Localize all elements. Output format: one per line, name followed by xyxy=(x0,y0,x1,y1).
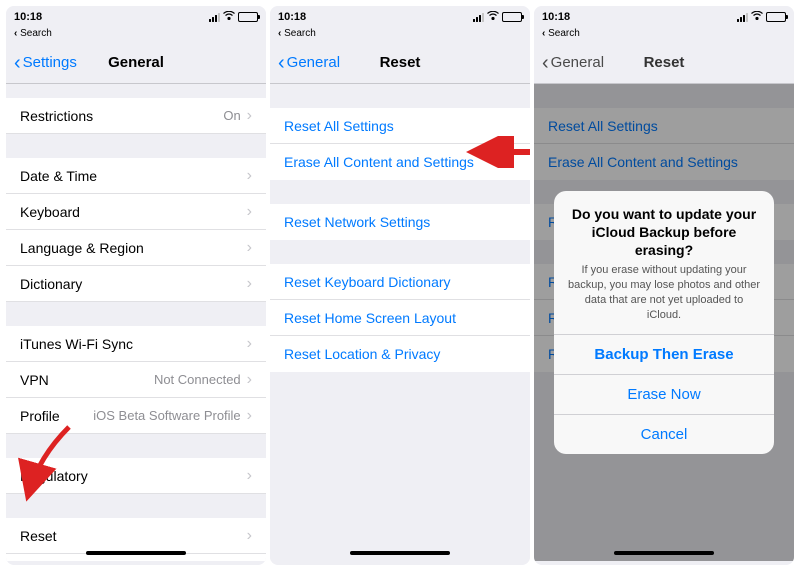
cell-dictionary[interactable]: Dictionary › xyxy=(6,266,266,302)
cell-detail: On xyxy=(223,108,240,123)
modal-overlay: Do you want to update your iCloud Backup… xyxy=(534,84,794,561)
cell-label: Reset Keyboard Dictionary xyxy=(284,274,451,290)
status-indicators xyxy=(462,11,522,23)
cell-detail: Not Connected xyxy=(154,372,241,387)
cell-label: VPN xyxy=(20,372,49,388)
status-indicators xyxy=(726,11,786,23)
cell-reset-network[interactable]: Reset Network Settings xyxy=(270,204,530,240)
screen-reset: 10:18 Search ‹ General Reset Reset All S… xyxy=(270,6,530,565)
status-time: 10:18 xyxy=(278,11,328,23)
status-indicators xyxy=(198,11,258,23)
back-button: ‹ General xyxy=(542,54,604,71)
back-label: Settings xyxy=(23,54,77,71)
cell-label: Language & Region xyxy=(20,240,144,256)
alert-dialog: Do you want to update your iCloud Backup… xyxy=(554,191,774,455)
wifi-icon xyxy=(223,11,235,23)
signal-icon xyxy=(209,13,220,22)
cell-reset-location-privacy[interactable]: Reset Location & Privacy xyxy=(270,336,530,372)
cell-shut-down[interactable]: Shut Down xyxy=(6,554,266,561)
cell-vpn[interactable]: VPN Not Connected › xyxy=(6,362,266,398)
cell-restrictions[interactable]: Restrictions On › xyxy=(6,98,266,134)
cell-reset-all-settings[interactable]: Reset All Settings xyxy=(270,108,530,144)
battery-icon xyxy=(238,12,258,22)
status-bar: 10:18 xyxy=(270,6,530,28)
cell-label: Restrictions xyxy=(20,108,93,124)
nav-bar: ‹ General Reset xyxy=(534,42,794,84)
cell-label: Keyboard xyxy=(20,204,80,220)
cell-language-region[interactable]: Language & Region › xyxy=(6,230,266,266)
cell-itunes-wifi[interactable]: iTunes Wi-Fi Sync › xyxy=(6,326,266,362)
cell-label: Regulatory xyxy=(20,468,88,484)
nav-bar: ‹ General Reset xyxy=(270,42,530,84)
wifi-icon xyxy=(487,11,499,23)
cell-label: Date & Time xyxy=(20,168,97,184)
cancel-button[interactable]: Cancel xyxy=(554,414,774,454)
page-title: General xyxy=(108,54,164,71)
cell-label: Dictionary xyxy=(20,276,82,292)
back-label: General xyxy=(287,54,340,71)
content: Restrictions On › Date & Time › Keyboard… xyxy=(6,84,266,561)
signal-icon xyxy=(473,13,484,22)
cell-detail: iOS Beta Software Profile xyxy=(93,408,240,423)
cell-label: Reset All Settings xyxy=(284,118,394,134)
cell-label: Erase All Content and Settings xyxy=(284,154,474,170)
cell-profile[interactable]: Profile iOS Beta Software Profile › xyxy=(6,398,266,434)
content: Reset All Settings Erase All Content and… xyxy=(270,84,530,561)
cell-label: Reset Location & Privacy xyxy=(284,346,440,362)
back-button[interactable]: ‹ General xyxy=(278,54,340,71)
battery-icon xyxy=(766,12,786,22)
alert-title: Do you want to update your iCloud Backup… xyxy=(554,191,774,264)
content: Reset All Settings Erase All Content and… xyxy=(534,84,794,561)
cell-reset-keyboard-dict[interactable]: Reset Keyboard Dictionary xyxy=(270,264,530,300)
battery-icon xyxy=(502,12,522,22)
cell-label: Reset Home Screen Layout xyxy=(284,310,456,326)
erase-now-button[interactable]: Erase Now xyxy=(554,374,774,414)
cell-date-time[interactable]: Date & Time › xyxy=(6,158,266,194)
status-time: 10:18 xyxy=(542,11,592,23)
backup-then-erase-button[interactable]: Backup Then Erase xyxy=(554,334,774,374)
screen-general: 10:18 Search ‹ Settings General Restrict… xyxy=(6,6,266,565)
cell-label: Profile xyxy=(20,408,60,424)
home-indicator[interactable] xyxy=(86,551,186,555)
cell-label: Reset Network Settings xyxy=(284,214,430,230)
cell-reset[interactable]: Reset › xyxy=(6,518,266,554)
status-bar: 10:18 xyxy=(534,6,794,28)
cell-label: iTunes Wi-Fi Sync xyxy=(20,336,133,352)
status-time: 10:18 xyxy=(14,11,64,23)
nav-bar: ‹ Settings General xyxy=(6,42,266,84)
cell-label: Reset xyxy=(20,528,57,544)
cell-erase-all-content[interactable]: Erase All Content and Settings xyxy=(270,144,530,180)
back-label: General xyxy=(551,54,604,71)
back-button[interactable]: ‹ Settings xyxy=(14,54,77,71)
page-title: Reset xyxy=(380,54,421,71)
alert-message: If you erase without updating your backu… xyxy=(554,263,774,334)
search-back-link: Search xyxy=(534,28,794,42)
screen-reset-alert: 10:18 Search ‹ General Reset Reset All S… xyxy=(534,6,794,565)
home-indicator[interactable] xyxy=(350,551,450,555)
signal-icon xyxy=(737,13,748,22)
search-back-link[interactable]: Search xyxy=(6,28,266,42)
cell-reset-home-layout[interactable]: Reset Home Screen Layout xyxy=(270,300,530,336)
cell-keyboard[interactable]: Keyboard › xyxy=(6,194,266,230)
page-title: Reset xyxy=(644,54,685,71)
status-bar: 10:18 xyxy=(6,6,266,28)
search-back-link[interactable]: Search xyxy=(270,28,530,42)
wifi-icon xyxy=(751,11,763,23)
cell-regulatory[interactable]: Regulatory › xyxy=(6,458,266,494)
